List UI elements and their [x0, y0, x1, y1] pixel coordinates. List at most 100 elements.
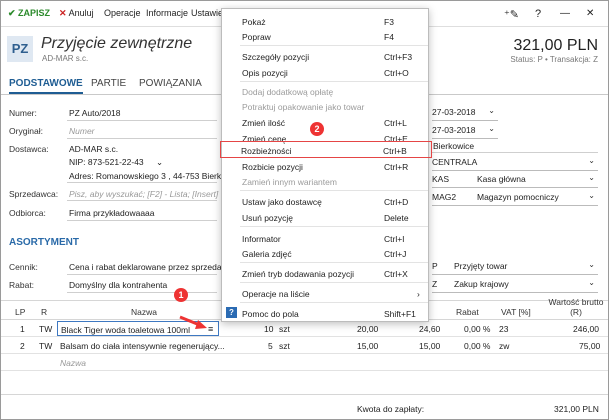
- menu-item-label: Usuń pozycję: [242, 213, 294, 223]
- row-discount: 0,00 %: [464, 341, 491, 351]
- number-underline: [67, 120, 217, 121]
- receipt-date-select[interactable]: 27-03-2018 ⌄: [432, 123, 498, 139]
- chevron-down-icon: ⌄: [488, 124, 495, 133]
- menu-item-edit[interactable]: Popraw F4: [222, 28, 428, 45]
- menu-item-shortcut: Ctrl+L: [384, 118, 407, 128]
- supplier-field[interactable]: AD-MAR s.c.: [69, 144, 118, 154]
- discount-field[interactable]: Domyślny dla kontrahenta: [69, 280, 167, 290]
- price-list-field[interactable]: Cena i rabat deklarowane przez sprzedawc: [69, 262, 232, 272]
- menu-item-treat-package: Potraktuj opakowanie jako towar: [222, 98, 428, 115]
- discount-label: Rabat:: [9, 280, 35, 290]
- new-item-row[interactable]: Nazwa: [1, 354, 608, 371]
- menu-item-change-add-mode[interactable]: Zmień tryb dodawania pozycji Ctrl+X: [222, 265, 428, 282]
- row-unit: szt: [279, 324, 290, 334]
- document-amount: 321,00 PLN: [513, 37, 598, 54]
- warehouse-name: Magazyn pomocniczy: [477, 192, 559, 202]
- annotation-arrow: [179, 315, 207, 329]
- contractor-subtitle: AD-MAR s.c.: [42, 54, 89, 63]
- menu-item-label: Dodaj dodatkową opłatę: [242, 87, 334, 97]
- table-row[interactable]: 2 TW Balsam do ciała intensywnie regener…: [1, 337, 608, 354]
- row-name: Black Tiger woda toaletowa 100ml: [61, 325, 190, 335]
- payment-label: Kwota do zapłaty:: [357, 404, 425, 414]
- chevron-right-icon: ›: [417, 289, 420, 299]
- cancel-label: Anuluj: [68, 8, 94, 18]
- header-r: R: [41, 307, 48, 317]
- menu-separator: [240, 302, 428, 303]
- menu-item-delete-position[interactable]: Usuń pozycję Delete: [222, 209, 428, 226]
- header-vat: VAT [%]: [501, 307, 531, 317]
- tab-powiazania[interactable]: POWIĄZANIA: [139, 78, 202, 89]
- menu-item-label: Galeria zdjęć: [242, 249, 292, 259]
- recipient-underline: [67, 220, 217, 221]
- row-r: TW: [39, 341, 53, 351]
- page-title: Przyjęcie zewnętrzne: [41, 35, 193, 52]
- department-value: CENTRALA: [432, 157, 478, 167]
- menu-item-field-help[interactable]: ? Pomoc do pola Shift+F1: [222, 305, 428, 322]
- menu-item-shortcut: Ctrl+J: [384, 249, 407, 259]
- supplier-label: Dostawca:: [9, 144, 49, 154]
- menu-item-set-supplier[interactable]: Ustaw jako dostawcę Ctrl+D: [222, 193, 428, 210]
- department-select[interactable]: CENTRALA ⌄: [432, 155, 598, 171]
- warehouse-select[interactable]: MAG2 Magazyn pomocniczy ⌄: [432, 190, 598, 206]
- city-field[interactable]: Bierkowice: [433, 141, 474, 151]
- document-date-select[interactable]: 27-03-2018 ⌄: [432, 105, 498, 121]
- save-button[interactable]: ✔ ZAPISZ: [8, 8, 50, 19]
- new-item-input[interactable]: Nazwa: [60, 358, 86, 368]
- menu-separator: [240, 190, 428, 191]
- row-gross-value: 246,00: [573, 324, 599, 334]
- original-field[interactable]: Numer: [69, 126, 95, 136]
- menu-separator: [240, 45, 428, 46]
- recipient-field[interactable]: Firma przykładowaaaa: [69, 208, 155, 218]
- purchase-type-select[interactable]: Z Zakup krajowy ⌄: [432, 277, 598, 293]
- help-icon[interactable]: ?: [535, 8, 541, 20]
- menu-item-label: Szczegóły pozycji: [242, 52, 310, 62]
- header-name: Nazwa: [131, 307, 157, 317]
- menu-item-photo-gallery[interactable]: Galeria zdjęć Ctrl+J: [222, 245, 428, 262]
- supplier-address: Adres: Romanowskiego 3 , 44-753 Bierko: [69, 171, 226, 181]
- tab-podstawowe[interactable]: PODSTAWOWE: [9, 78, 83, 94]
- information-menu[interactable]: Informacje: [146, 8, 188, 18]
- menu-item-discrepancies[interactable]: Rozbieżności Ctrl+B: [220, 141, 432, 158]
- row-lp: 2: [20, 341, 25, 351]
- purchase-type-code: Z: [432, 279, 438, 289]
- menu-item-change-quantity[interactable]: Zmień ilość Ctrl+L: [222, 114, 428, 131]
- menu-item-description[interactable]: Opis pozycji Ctrl+O: [222, 64, 428, 81]
- row-r: TW: [39, 324, 53, 334]
- cash-register-select[interactable]: KAS Kasa główna ⌄: [432, 172, 598, 188]
- menu-item-details[interactable]: Szczegóły pozycji Ctrl+F3: [222, 48, 428, 65]
- row-net-price: 15,00: [357, 341, 379, 351]
- context-menu: Pokaż F3 Popraw F4 Szczegóły pozycji Ctrl+F…: [220, 8, 432, 322]
- menu-item-label: Zmień ilość: [242, 118, 285, 128]
- row-vat: 23: [499, 324, 509, 334]
- price-list-label: Cennik:: [9, 262, 38, 272]
- cancel-button[interactable]: ✕ Anuluj: [59, 8, 94, 19]
- menu-item-shortcut: F3: [384, 17, 394, 27]
- goods-status-select[interactable]: P Przyjęty towar ⌄: [432, 259, 598, 275]
- save-label: ZAPISZ: [18, 8, 51, 18]
- settings-menu[interactable]: Ustawie: [191, 8, 223, 18]
- number-field[interactable]: PZ Auto/2018: [69, 108, 121, 118]
- row-unit: szt: [279, 341, 290, 351]
- add-icon[interactable]: ⁺✎: [504, 8, 519, 21]
- chevron-down-icon[interactable]: ⌄: [156, 157, 163, 168]
- menu-item-label: Popraw: [242, 32, 271, 42]
- payment-footer: Kwota do zapłaty: 321,00 PLN: [1, 394, 608, 419]
- operations-menu[interactable]: Operacje: [104, 8, 141, 18]
- close-window-icon[interactable]: ✕: [586, 8, 594, 19]
- table-row[interactable]: 1 TW Black Tiger woda toaletowa 100ml ≡ …: [1, 320, 608, 337]
- menu-separator: [240, 81, 428, 82]
- menu-item-list-operations[interactable]: Operacje na liście ›: [222, 285, 428, 302]
- tab-partie[interactable]: PARTIE: [91, 78, 126, 89]
- menu-item-label: Pomoc do pola: [242, 309, 299, 319]
- minimize-icon[interactable]: —: [560, 8, 570, 19]
- cash-register-code: KAS: [432, 174, 450, 184]
- menu-separator: [240, 226, 428, 227]
- menu-item-shortcut: Ctrl+F3: [384, 52, 413, 62]
- row-lp: 1: [20, 324, 25, 334]
- row-quantity: 5: [268, 341, 273, 351]
- row-gross-price: 24,60: [419, 324, 441, 334]
- row-name: Balsam do ciała intensywnie regenerujący…: [60, 341, 225, 351]
- row-net-price: 20,00: [357, 324, 379, 334]
- menu-separator: [240, 282, 428, 283]
- goods-status-code: P: [432, 261, 438, 271]
